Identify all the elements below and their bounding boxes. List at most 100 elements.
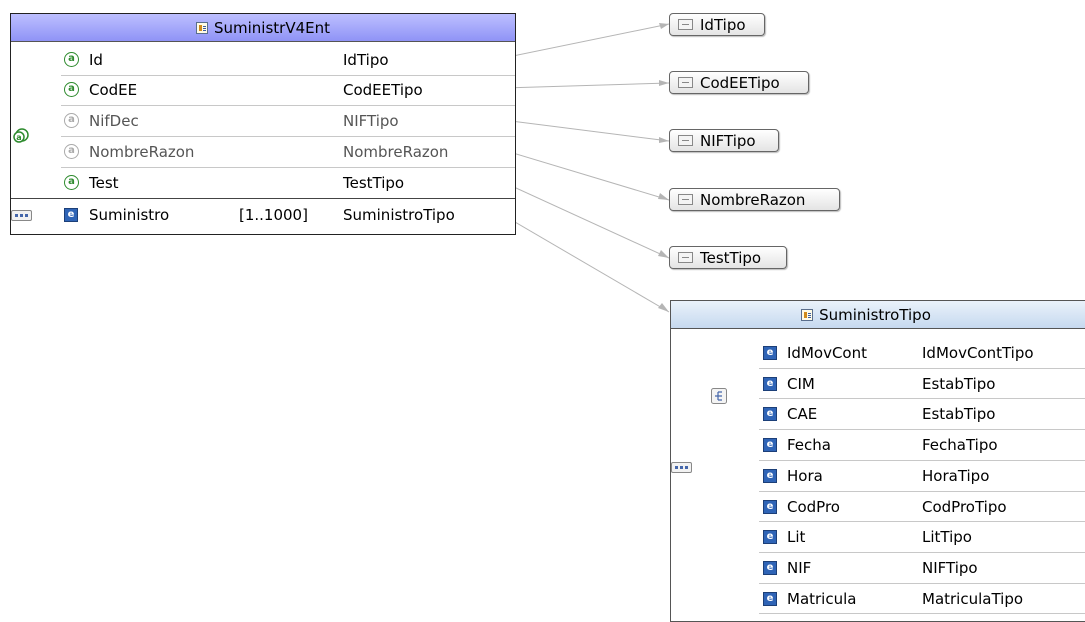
- element-icon: e: [64, 208, 78, 222]
- connector-arrow: [658, 250, 669, 258]
- row-type: NIFTipo: [922, 558, 978, 577]
- element-row[interactable]: e Matricula MatriculaTipo: [671, 584, 1085, 614]
- element-row[interactable]: e NIF NIFTipo: [671, 553, 1085, 583]
- element-icon: e: [763, 499, 777, 514]
- row-cardinality: [1..1000]: [239, 206, 308, 224]
- row-type: FechaTipo: [922, 436, 998, 455]
- row-separator: [11, 198, 515, 199]
- simple-type-icon: [678, 19, 693, 30]
- row-type: NombreRazon: [343, 143, 449, 161]
- simple-type-box-nombrerazon[interactable]: NombreRazon: [669, 188, 840, 211]
- complex-type-icon: [801, 308, 814, 321]
- connector-line: [502, 119, 670, 142]
- row-type: CodEETipo: [343, 81, 423, 99]
- svg-text:a: a: [16, 133, 21, 142]
- row-name: CIM: [787, 374, 815, 393]
- row-type: SuministroTipo: [343, 206, 455, 224]
- row-name: IdMovCont: [787, 344, 867, 362]
- attribute-icon: a: [64, 144, 79, 159]
- simple-type-label: NombreRazon: [700, 190, 806, 209]
- connector-arrow: [658, 303, 669, 312]
- row-type: LitTipo: [922, 528, 972, 547]
- complex-type-box-main[interactable]: SuministrV4Ent a Id IdTipo a CodEE CodEETipo a…: [10, 13, 516, 235]
- main-type-title: SuministrV4Ent: [213, 18, 330, 37]
- row-name: Matricula: [787, 589, 857, 608]
- row-type: EstabTipo: [922, 405, 996, 424]
- attribute-group-icon[interactable]: a: [12, 127, 34, 143]
- connector-arrow: [659, 137, 669, 143]
- element-icon: e: [763, 407, 777, 422]
- element-row[interactable]: e Lit LitTipo: [671, 522, 1085, 552]
- row-name: Test: [89, 174, 119, 192]
- connector-line: [502, 214, 670, 313]
- element-icon: e: [763, 591, 777, 606]
- simple-type-label: CodEETipo: [700, 73, 780, 92]
- simple-type-box-codeetipo[interactable]: CodEETipo: [669, 71, 809, 94]
- element-row[interactable]: e CAE EstabTipo: [671, 399, 1085, 429]
- connector-arrow: [659, 23, 669, 29]
- element-icon: e: [763, 560, 777, 575]
- row-name: NombreRazon: [89, 143, 195, 161]
- row-name: Lit: [787, 528, 806, 547]
- row-separator: [759, 613, 1085, 615]
- simple-type-label: IdTipo: [700, 15, 746, 34]
- element-row[interactable]: e Hora HoraTipo: [671, 461, 1085, 491]
- element-row[interactable]: e Suministro [1..1000] SuministroTipo: [11, 200, 515, 230]
- simple-type-icon: [678, 194, 693, 205]
- attribute-icon: a: [64, 175, 79, 190]
- choice-icon[interactable]: [711, 388, 727, 404]
- row-type: NIFTipo: [343, 112, 399, 130]
- element-row[interactable]: e Fecha FechaTipo: [671, 430, 1085, 460]
- row-name: CodEE: [89, 81, 138, 99]
- attribute-icon: a: [64, 52, 79, 67]
- connector-line: [502, 23, 670, 59]
- element-row[interactable]: e CodPro CodProTipo: [671, 492, 1085, 522]
- suministrotipo-title: SuministroTipo: [819, 305, 931, 324]
- attribute-row[interactable]: a Id IdTipo: [11, 45, 515, 75]
- element-icon: e: [763, 376, 777, 391]
- complex-type-icon: [195, 21, 208, 34]
- connector-line: [502, 82, 670, 89]
- row-name: CodPro: [787, 497, 840, 516]
- attribute-row[interactable]: a NombreRazon NombreRazon: [11, 137, 515, 167]
- element-icon: e: [763, 346, 777, 360]
- sequence-icon[interactable]: [11, 210, 32, 221]
- complex-type-box-suministrotipo[interactable]: SuministroTipo e IdMovCont IdMovContTipo e C…: [670, 300, 1085, 622]
- element-icon: e: [763, 438, 777, 453]
- simple-type-label: NIFTipo: [700, 131, 756, 150]
- row-name: Fecha: [787, 436, 831, 455]
- connector-line: [502, 181, 670, 259]
- simple-type-box-idtipo[interactable]: IdTipo: [669, 13, 765, 36]
- row-type: CodProTipo: [922, 497, 1007, 516]
- simple-type-box-testtipo[interactable]: TestTipo: [669, 246, 787, 269]
- simple-type-label: TestTipo: [700, 248, 762, 267]
- attribute-row[interactable]: a NifDec NIFTipo: [11, 106, 515, 136]
- row-name: Hora: [787, 466, 823, 485]
- main-type-header[interactable]: SuministrV4Ent: [11, 14, 515, 42]
- row-type: HoraTipo: [922, 466, 990, 485]
- simple-type-icon: [678, 135, 693, 146]
- row-name: CAE: [787, 405, 818, 424]
- attribute-icon: a: [64, 82, 79, 97]
- row-type: IdMovContTipo: [922, 344, 1034, 362]
- row-type: MatriculaTipo: [922, 589, 1024, 608]
- attribute-row[interactable]: a Test TestTipo: [11, 168, 515, 198]
- simple-type-icon: [678, 77, 693, 88]
- row-type: TestTipo: [343, 174, 405, 192]
- row-name: NIF: [787, 558, 812, 577]
- element-row[interactable]: e CIM EstabTipo: [671, 369, 1085, 399]
- sequence-icon[interactable]: [671, 462, 692, 473]
- element-row[interactable]: e IdMovCont IdMovContTipo: [671, 338, 1085, 368]
- row-type: EstabTipo: [922, 374, 996, 393]
- row-name: Suministro: [89, 206, 170, 224]
- element-icon: e: [763, 468, 777, 483]
- connector-arrow: [659, 80, 669, 86]
- element-icon: e: [763, 530, 777, 545]
- connector-arrow: [658, 193, 669, 200]
- attribute-row[interactable]: a CodEE CodEETipo: [11, 75, 515, 105]
- suministrotipo-header[interactable]: SuministroTipo: [671, 301, 1085, 329]
- attribute-icon: a: [64, 113, 79, 128]
- row-name: Id: [89, 51, 103, 69]
- simple-type-box-niftipo[interactable]: NIFTipo: [669, 129, 779, 152]
- row-name: NifDec: [89, 112, 139, 130]
